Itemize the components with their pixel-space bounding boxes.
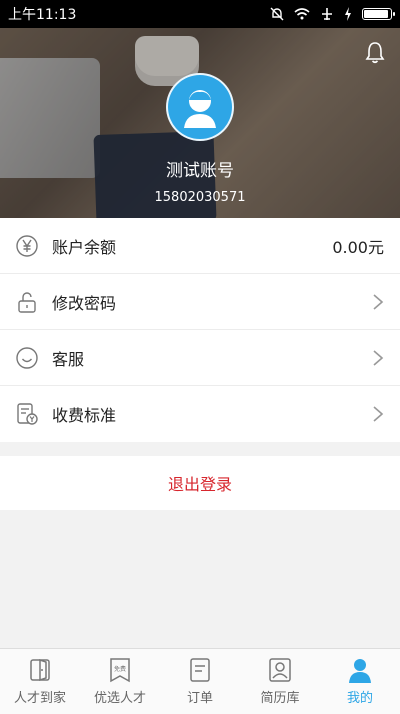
free-tag-icon: 免费 [110, 658, 130, 683]
logout-button[interactable]: 退出登录 [0, 456, 400, 510]
account-menu: 账户余额 0.00元 修改密码 客服 收费标准 [0, 218, 400, 442]
tab-mine[interactable]: 我的 [320, 649, 400, 714]
order-icon [190, 658, 210, 682]
tab-resume-library[interactable]: 简历库 [240, 649, 320, 714]
menu-item-change-password[interactable]: 修改密码 [0, 274, 400, 330]
yen-icon [14, 233, 40, 259]
menu-item-label: 客服 [52, 349, 85, 369]
status-bar: 上午11:13 [0, 0, 400, 28]
chevron-right-icon [373, 349, 384, 366]
battery-icon [362, 8, 395, 20]
menu-item-label: 收费标准 [52, 406, 117, 425]
account-phone: 15802030571 [154, 190, 246, 205]
bell-icon[interactable] [364, 40, 386, 64]
status-icons [270, 7, 395, 21]
menu-item-balance[interactable]: 账户余额 0.00元 [0, 218, 400, 274]
document-yen-icon [14, 401, 40, 427]
menu-item-customer-service[interactable]: 客服 [0, 330, 400, 386]
status-time: 上午11:13 [8, 7, 77, 23]
airplane-icon [322, 8, 332, 20]
profile-header: 测试账号 15802030571 [0, 28, 400, 218]
balance-value: 0.00元 [332, 237, 384, 257]
menu-item-label: 账户余额 [52, 237, 117, 257]
nav-label: 简历库 [260, 691, 300, 706]
door-icon [30, 658, 50, 682]
logout-label: 退出登录 [167, 475, 232, 494]
tab-orders[interactable]: 订单 [160, 649, 240, 714]
chevron-right-icon [373, 406, 384, 422]
bottom-nav: 人才到家 免费 优选人才 订单 简历库 我的 [0, 648, 400, 714]
person-icon [349, 659, 371, 683]
nav-label: 订单 [186, 691, 213, 706]
charging-icon [345, 7, 351, 21]
nav-label: 我的 [346, 691, 373, 706]
resume-icon [269, 658, 291, 682]
nav-label: 优选人才 [93, 691, 146, 706]
account-name: 测试账号 [166, 161, 234, 181]
user-avatar-icon [184, 90, 216, 128]
menu-item-label: 修改密码 [52, 293, 117, 313]
nav-label: 人才到家 [13, 691, 66, 706]
chevron-right-icon [373, 293, 384, 310]
svg-text:免费: 免费 [114, 665, 126, 673]
tab-talent-home[interactable]: 人才到家 [0, 649, 80, 714]
menu-item-fee-standard[interactable]: 收费标准 [0, 386, 400, 442]
wifi-icon [294, 8, 310, 20]
avatar[interactable] [166, 73, 234, 141]
lock-icon [14, 289, 40, 315]
mute-icon [270, 7, 284, 21]
smile-icon [14, 345, 40, 371]
tab-preferred-talent[interactable]: 免费 优选人才 [80, 649, 160, 714]
